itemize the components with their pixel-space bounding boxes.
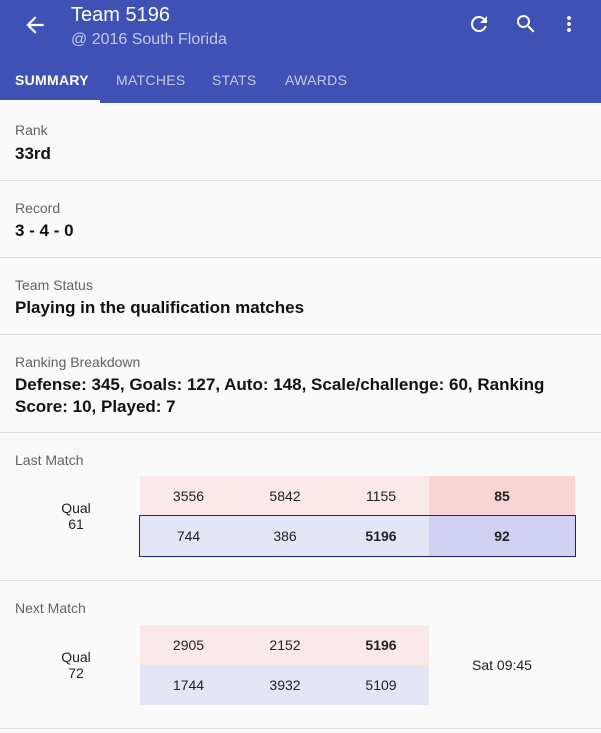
- blue-alliance-row: 1744 3932 5109: [140, 665, 429, 705]
- next-match-section[interactable]: Next Match Qual 72 2905 2152 5196 1744 3…: [0, 581, 601, 729]
- search-icon[interactable]: [514, 12, 538, 36]
- red-alliance-row: 2905 2152 5196: [140, 625, 429, 665]
- red-alliance-row: 3556 5842 1155 85: [140, 476, 575, 516]
- match-qual-label: Qual 72: [48, 649, 104, 681]
- tab-summary[interactable]: SUMMARY: [15, 72, 89, 88]
- next-match-label: Next Match: [15, 600, 86, 616]
- qual-number: 61: [68, 516, 84, 532]
- qual-number: 72: [68, 665, 84, 681]
- tab-matches[interactable]: MATCHES: [116, 72, 186, 88]
- page-title: Team 5196: [71, 4, 170, 26]
- record-label: Record: [15, 200, 61, 216]
- team-number[interactable]: 5196: [333, 516, 429, 556]
- rank-label: Rank: [15, 122, 48, 138]
- team-status-section: Team Status Playing in the qualification…: [0, 258, 601, 335]
- team-number[interactable]: 1744: [140, 665, 237, 705]
- match-time: Sat 09:45: [472, 657, 532, 673]
- red-score: 85: [429, 476, 575, 516]
- rank-section: Rank 33rd: [0, 103, 601, 181]
- summary-content: Rank 33rd Record 3 - 4 - 0 Team Status P…: [0, 103, 601, 729]
- team-number[interactable]: 386: [237, 516, 333, 556]
- more-vert-icon[interactable]: [557, 12, 581, 36]
- team-number[interactable]: 3932: [237, 665, 333, 705]
- team-number[interactable]: 5109: [333, 665, 429, 705]
- qual-word: Qual: [61, 500, 91, 516]
- ranking-breakdown-label: Ranking Breakdown: [15, 354, 141, 370]
- last-match-label: Last Match: [15, 452, 84, 468]
- team-status-label: Team Status: [15, 277, 93, 293]
- team-number[interactable]: 744: [140, 516, 237, 556]
- tab-stats[interactable]: STATS: [212, 72, 257, 88]
- team-number[interactable]: 5196: [333, 625, 429, 665]
- rank-value: 33rd: [15, 144, 51, 163]
- arrow-back-icon[interactable]: [22, 12, 48, 38]
- team-number[interactable]: 3556: [140, 476, 237, 516]
- qual-word: Qual: [61, 649, 91, 665]
- match-qual-label: Qual 61: [48, 500, 104, 532]
- app-bar: Team 5196 @ 2016 South Florida SUMMARY M…: [0, 0, 601, 103]
- record-section: Record 3 - 4 - 0: [0, 181, 601, 258]
- team-number[interactable]: 5842: [237, 476, 333, 516]
- ranking-breakdown-section: Ranking Breakdown Defense: 345, Goals: 1…: [0, 335, 601, 433]
- team-status-value: Playing in the qualification matches: [15, 298, 305, 317]
- ranking-breakdown-line-2: Score: 10, Played: 7: [15, 397, 176, 416]
- tab-awards[interactable]: AWARDS: [285, 72, 347, 88]
- last-match-section[interactable]: Last Match Qual 61 3556 5842 1155 85 744…: [0, 433, 601, 581]
- team-number[interactable]: 2152: [237, 625, 333, 665]
- blue-score: 92: [429, 516, 575, 556]
- ranking-breakdown-line-1: Defense: 345, Goals: 127, Auto: 148, Sca…: [15, 375, 545, 394]
- team-number[interactable]: 1155: [333, 476, 429, 516]
- page-subtitle: @ 2016 South Florida: [71, 31, 227, 48]
- tab-bar: SUMMARY MATCHES STATS AWARDS: [0, 60, 601, 103]
- blue-alliance-row: 744 386 5196 92: [139, 515, 576, 557]
- refresh-icon[interactable]: [467, 12, 491, 36]
- record-value: 3 - 4 - 0: [15, 221, 74, 240]
- team-number[interactable]: 2905: [140, 625, 237, 665]
